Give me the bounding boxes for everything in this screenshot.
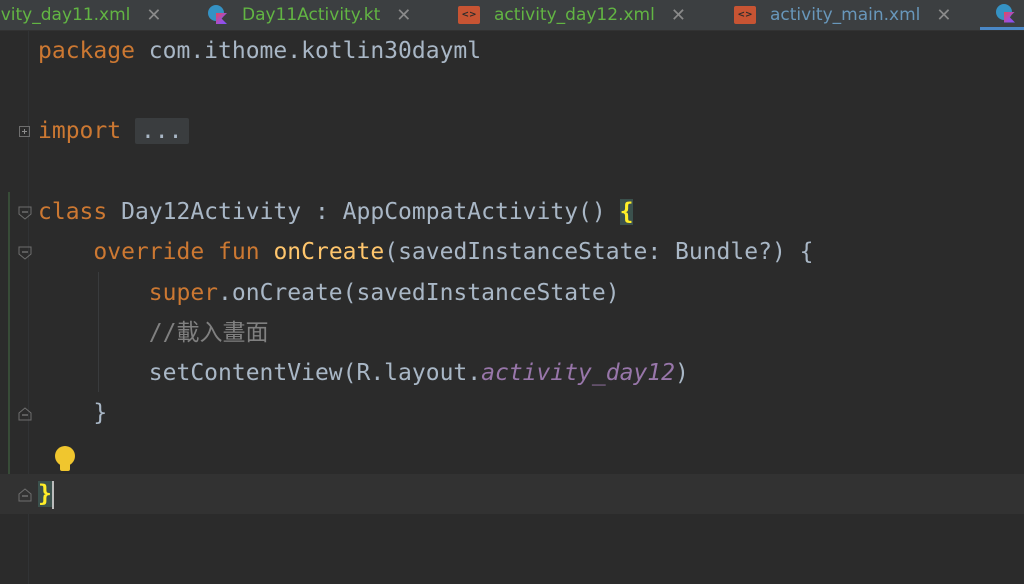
keyword: super <box>148 280 219 306</box>
keyword: fun <box>218 239 260 265</box>
keyword: import <box>38 118 122 144</box>
package-name: com.ithome.kotlin30dayml <box>134 38 482 64</box>
close-icon[interactable]: ✕ <box>396 5 411 26</box>
tab-label: ivity_day11.xml <box>0 5 131 25</box>
code-line-fun-close: } <box>38 393 107 433</box>
class-declaration: Day12Activity : AppCompatActivity() <box>107 199 620 225</box>
code-line-setcontentview: setContentView(R.layout.activity_day12) <box>38 353 689 393</box>
close-icon[interactable]: ✕ <box>936 5 951 26</box>
comment: //載入畫面 <box>148 320 269 346</box>
tab-day11activity-kt[interactable]: Day11Activity.kt ✕ <box>208 0 411 30</box>
close-icon[interactable]: ✕ <box>146 5 161 26</box>
vcs-change-marker[interactable] <box>8 192 10 514</box>
code-line-comment: //載入畫面 <box>38 313 269 353</box>
code-line-super: super.onCreate(savedInstanceState) <box>38 273 620 313</box>
matched-brace: { <box>619 199 634 225</box>
code-line-package: package com.ithome.kotlin30dayml <box>38 31 481 71</box>
editor-tab-bar: ivity_day11.xml ✕ Day11Activity.kt ✕ <> … <box>0 0 1024 31</box>
fold-expand-icon[interactable] <box>19 126 30 137</box>
tab-activity-day11-xml[interactable]: ivity_day11.xml ✕ <box>0 0 161 30</box>
tab-label: activity_main.xml <box>770 5 921 25</box>
fold-collapse-icon[interactable] <box>18 205 32 220</box>
function-params: (savedInstanceState: Bundle?) { <box>384 239 814 265</box>
super-call: .onCreate(savedInstanceState) <box>218 280 620 306</box>
function-name: onCreate <box>273 239 385 265</box>
text-caret <box>51 480 54 509</box>
tab-label: activity_day12.xml <box>494 5 655 25</box>
layout-field-ref: activity_day12 <box>481 360 675 386</box>
tab-label: Day11Activity.kt <box>242 5 381 25</box>
call-close-paren: ) <box>675 360 689 386</box>
keyword: package <box>38 38 135 64</box>
current-line-highlight <box>0 474 1024 514</box>
kotlin-file-icon <box>208 5 228 25</box>
fold-end-icon[interactable] <box>18 406 32 421</box>
tab-day12activity-kt-active[interactable] <box>980 0 1024 30</box>
kotlin-file-icon <box>996 3 1016 24</box>
close-icon[interactable]: ✕ <box>671 5 686 26</box>
tab-activity-main-xml[interactable]: <> activity_main.xml ✕ <box>734 0 951 30</box>
closing-brace: } <box>93 400 108 426</box>
fold-collapse-icon[interactable] <box>18 245 32 260</box>
lightbulb-icon[interactable] <box>55 446 75 474</box>
code-line-import: import ... <box>38 111 189 151</box>
code-line-class-close: } <box>38 474 54 514</box>
code-line-class: class Day12Activity : AppCompatActivity(… <box>38 192 634 232</box>
code-line-override: override fun onCreate(savedInstanceState… <box>38 232 813 272</box>
keyword: override <box>93 239 205 265</box>
fold-end-icon[interactable] <box>18 487 32 502</box>
setcontentview-call: setContentView(R.layout. <box>148 360 482 386</box>
matched-brace: } <box>38 481 52 507</box>
tab-activity-day12-xml[interactable]: <> activity_day12.xml ✕ <box>458 0 686 30</box>
keyword: class <box>38 199 108 225</box>
xml-file-icon: <> <box>734 6 756 24</box>
xml-file-icon: <> <box>458 6 480 24</box>
folded-imports[interactable]: ... <box>134 118 189 144</box>
